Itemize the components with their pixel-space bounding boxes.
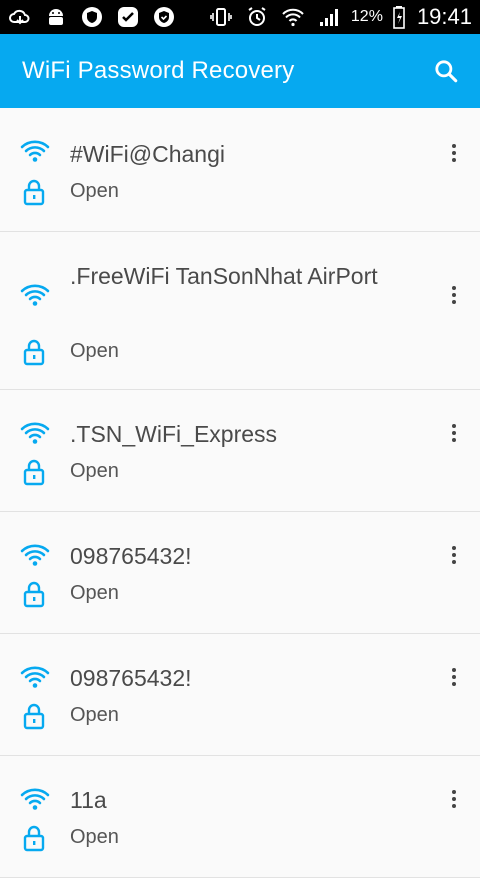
wifi-icon [20, 422, 50, 444]
cloud-sync-icon [6, 3, 34, 31]
network-row[interactable]: .FreeWiFi TanSonNhat AirPort Open [0, 232, 480, 390]
wifi-icon [20, 666, 50, 688]
network-row[interactable]: 098765432! Open [0, 512, 480, 634]
ssid-label: #WiFi@Changi [70, 141, 226, 167]
more-vert-icon [452, 546, 456, 550]
security-label: Open [70, 704, 119, 726]
lock-icon [23, 825, 45, 852]
ssid-label: .FreeWiFi TanSonNhat AirPort [70, 263, 378, 289]
more-vert-icon [452, 286, 456, 290]
ssid-label: 11a [70, 787, 107, 813]
more-vert-icon [452, 668, 456, 672]
check-icon [114, 3, 142, 31]
wifi-icon [20, 544, 50, 566]
security-label: Open [70, 340, 119, 362]
signal-icon [315, 3, 343, 31]
system-status: 12% 19:41 [207, 3, 472, 31]
network-list: #WiFi@Changi Open .FreeWiFi TanSonNhat A… [0, 108, 480, 878]
shield-check-icon [150, 3, 178, 31]
more-vert-icon [452, 144, 456, 148]
app-title: WiFi Password Recovery [22, 57, 295, 84]
network-row[interactable]: 11a Open [0, 756, 480, 878]
search-button[interactable] [430, 55, 462, 87]
security-label: Open [70, 582, 119, 604]
lock-icon [23, 459, 45, 486]
ssid-label: 098765432! [70, 543, 192, 569]
lock-icon [23, 703, 45, 730]
vibrate-icon [207, 3, 235, 31]
more-options-button[interactable] [442, 662, 466, 692]
security-label: Open [70, 460, 119, 482]
security-label: Open [70, 180, 119, 202]
lock-icon [23, 581, 45, 608]
more-vert-icon [452, 424, 456, 428]
search-icon [435, 60, 458, 83]
android-icon [42, 3, 70, 31]
ssid-label: 098765432! [70, 665, 192, 691]
alarm-icon [243, 3, 271, 31]
wifi-icon [20, 140, 50, 162]
status-bar: 12% 19:41 [0, 0, 480, 34]
ssid-label: .TSN_WiFi_Express [70, 421, 278, 447]
more-options-button[interactable] [442, 540, 466, 570]
network-row[interactable]: .TSN_WiFi_Express Open [0, 390, 480, 512]
more-options-button[interactable] [442, 418, 466, 448]
security-label: Open [70, 826, 119, 848]
notification-icons [6, 3, 178, 31]
lock-icon [23, 339, 45, 366]
battery-icon [391, 3, 407, 31]
more-vert-icon [452, 790, 456, 794]
clock: 19:41 [416, 4, 472, 29]
wifi-icon [20, 284, 50, 306]
lock-icon [23, 179, 45, 206]
more-options-button[interactable] [442, 280, 466, 310]
more-options-button[interactable] [442, 784, 466, 814]
wifi-status-icon [279, 3, 307, 31]
network-row[interactable]: #WiFi@Changi Open [0, 108, 480, 232]
network-row[interactable]: 098765432! Open [0, 634, 480, 756]
more-options-button[interactable] [442, 138, 466, 168]
app-bar: WiFi Password Recovery [0, 34, 480, 108]
battery-percent: 12% [350, 8, 383, 25]
wifi-icon [20, 788, 50, 810]
shield-icon [78, 3, 106, 31]
